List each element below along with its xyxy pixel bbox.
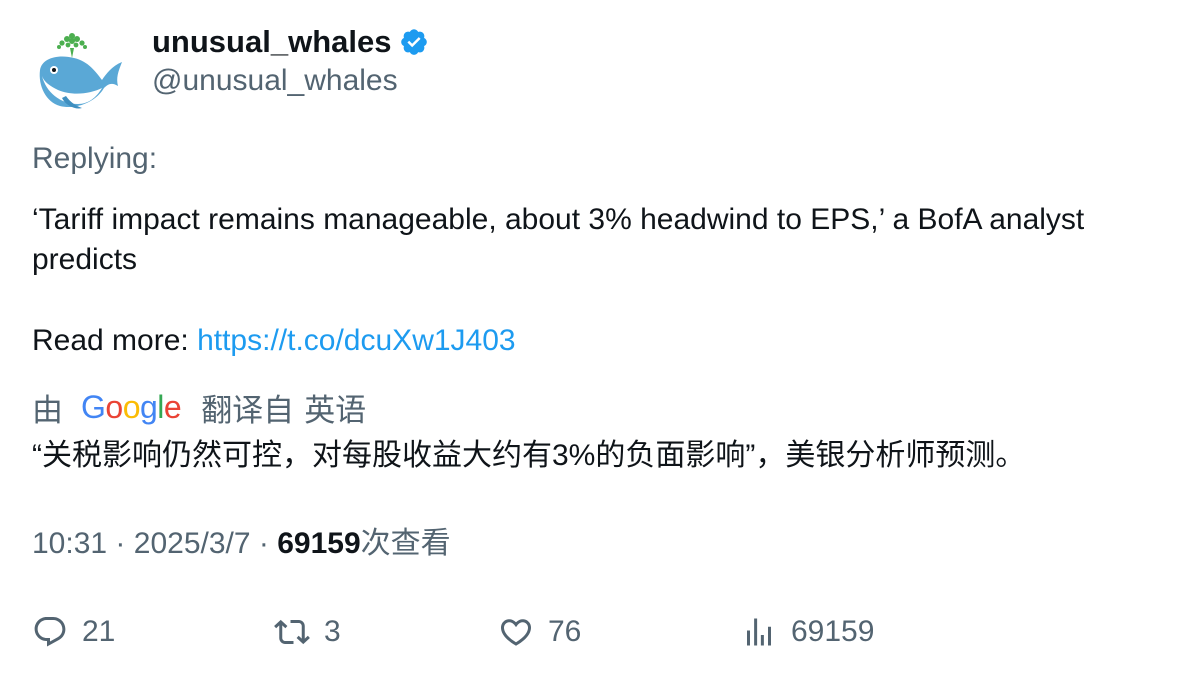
read-more-label: Read more: — [32, 324, 198, 357]
tweet-text: ‘Tariff impact remains manageable, about… — [32, 203, 1085, 276]
avatar[interactable] — [32, 22, 128, 118]
display-name[interactable]: unusual_whales — [152, 22, 391, 62]
reply-icon — [34, 617, 66, 647]
tweet-link[interactable]: https://t.co/dcuXw1J403 — [197, 324, 516, 357]
meta-separator: · — [115, 527, 126, 560]
tweet-time[interactable]: 10:31 — [32, 527, 107, 560]
replying-label: Replying: — [32, 142, 158, 175]
reply-button[interactable]: 21 — [32, 610, 115, 654]
read-more-line: Read more: https://t.co/dcuXw1J403 — [32, 321, 516, 361]
views-chart-icon — [747, 618, 771, 646]
translation-by-label: 由 — [32, 392, 63, 428]
translation-attribution: 由 Google 翻译自 英语 — [32, 386, 366, 428]
google-logo: Google — [81, 388, 182, 425]
views-count: 69159 — [277, 527, 361, 560]
retweet-button[interactable]: 3 — [274, 610, 341, 654]
author-handle[interactable]: @unusual_whales — [152, 62, 398, 100]
retweet-icon — [274, 619, 310, 645]
tweet-date[interactable]: 2025/3/7 — [134, 527, 251, 560]
verified-badge-icon — [401, 29, 428, 55]
reply-count: 21 — [82, 615, 116, 648]
views-label: 次查看 — [360, 527, 451, 560]
like-button[interactable]: 76 — [498, 610, 581, 654]
whale-avatar-icon — [39, 33, 122, 109]
translated-text: “关税影响仍然可控，对每股收益大约有3%的负面影响”，美银分析师预测。 — [32, 439, 1026, 472]
translated-from-label: 翻译自 — [201, 392, 295, 428]
views-action-count: 69159 — [791, 615, 875, 648]
source-language: 英语 — [304, 392, 367, 428]
retweet-count: 3 — [324, 615, 341, 648]
heart-icon — [500, 619, 532, 646]
tweet-meta: 10:31 · 2025/3/7 · 69159次查看 — [32, 524, 451, 564]
views-button[interactable]: 69159 — [741, 610, 874, 654]
author-name-row[interactable]: unusual_whales — [152, 22, 429, 62]
meta-separator: · — [258, 527, 269, 560]
like-count: 76 — [548, 615, 582, 648]
